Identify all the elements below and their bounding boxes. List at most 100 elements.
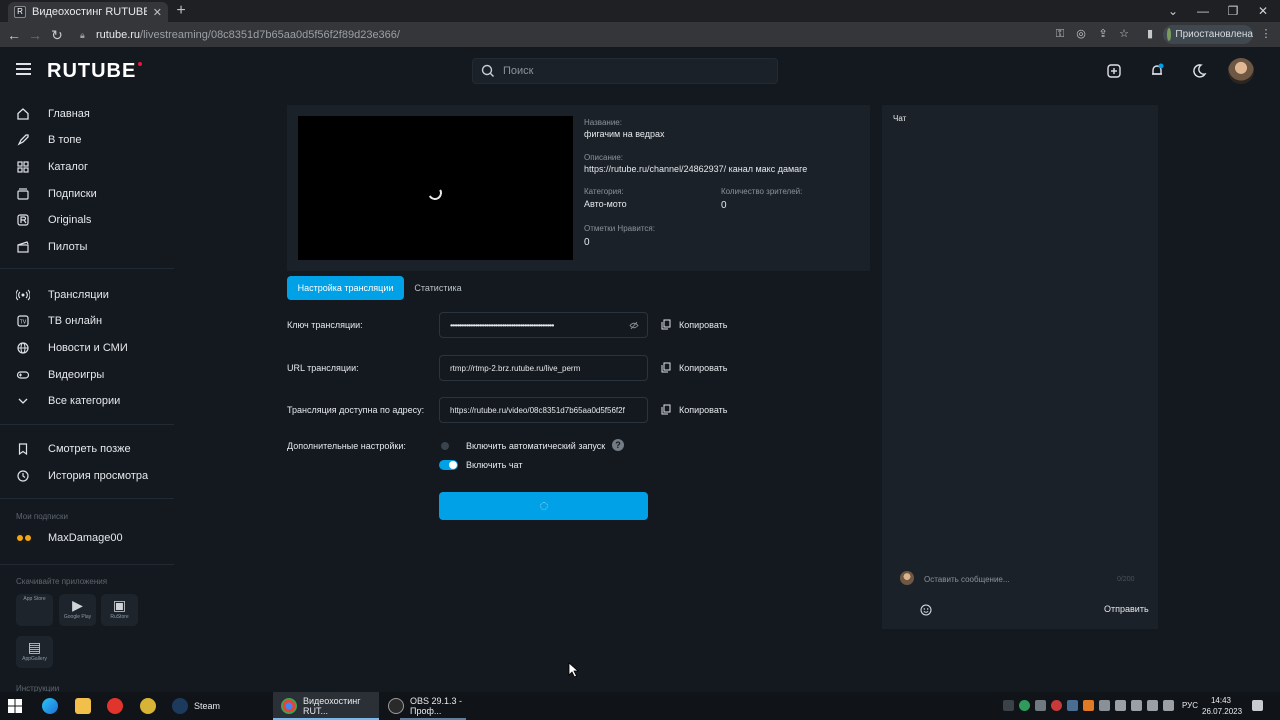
upload-icon[interactable] — [1106, 63, 1122, 79]
autostart-toggle[interactable] — [439, 441, 458, 451]
sidebar-item-history[interactable]: История просмотра — [16, 465, 148, 487]
sidebar-item-videogames[interactable]: Видеоигры — [16, 364, 104, 386]
sidebar-item-home[interactable]: Главная — [16, 103, 90, 125]
sidebar-item-broadcasts[interactable]: Трансляции — [16, 284, 109, 306]
taskbar-clock[interactable]: 14:43 26.07.2023 — [1202, 695, 1243, 717]
tab-stream-settings[interactable]: Настройка трансляции — [287, 276, 404, 300]
site-header: RUTUBE — [0, 47, 1280, 96]
subscription-item[interactable]: MaxDamage00 — [16, 532, 123, 544]
sidebar-item-pilots[interactable]: Пилоты — [16, 236, 87, 258]
tray-app-icon[interactable] — [1067, 700, 1078, 711]
share-icon[interactable]: ⇪ — [1095, 26, 1111, 42]
theme-moon-icon[interactable] — [1191, 63, 1207, 79]
yandex-taskbar-icon[interactable] — [107, 692, 129, 720]
tray-app-icon[interactable] — [1019, 700, 1030, 711]
key-icon[interactable]: ⚿ — [1052, 26, 1068, 42]
tray-app-icon[interactable] — [1035, 700, 1046, 711]
rutube-logo[interactable]: RUTUBE — [47, 60, 143, 83]
forward-icon[interactable]: → — [25, 25, 45, 45]
reload-icon[interactable]: ↻ — [47, 25, 67, 45]
notifications-icon[interactable] — [1149, 63, 1165, 79]
rustore-button[interactable]: ▣ RuStore — [101, 594, 138, 626]
sidebar-item-originals[interactable]: Originals — [16, 209, 91, 231]
search-input[interactable] — [503, 65, 763, 77]
tab-statistics[interactable]: Статистика — [405, 276, 471, 300]
stream-description: https://rutube.ru/channel/24862937/ кана… — [584, 164, 808, 174]
search-icon — [481, 64, 494, 77]
channel-avatar — [16, 532, 32, 544]
tray-overflow-icon[interactable] — [1003, 700, 1014, 711]
emoji-icon[interactable] — [920, 604, 932, 616]
chat-char-counter: 0/200 — [1117, 576, 1135, 583]
chat-toggle[interactable] — [439, 460, 458, 470]
app-store-button[interactable]: App Store — [16, 594, 53, 626]
video-player[interactable] — [298, 116, 573, 260]
sidebar-item-label: Новости и СМИ — [48, 342, 128, 354]
bookmark-star-icon[interactable]: ☆ — [1116, 26, 1132, 42]
sidebar-item-watch-later[interactable]: Смотреть позже — [16, 438, 131, 460]
start-button[interactable] — [8, 692, 22, 720]
language-indicator[interactable]: РУС — [1182, 701, 1198, 710]
sidebar-item-label: Смотреть позже — [48, 443, 131, 455]
copy-icon — [661, 362, 671, 373]
copy-url-button[interactable]: Копировать — [661, 362, 727, 373]
browser-menu-icon[interactable]: ⋮ — [1258, 26, 1274, 42]
stream-address-value: https://rutube.ru/video/08c8351d7b65aa0d… — [450, 405, 625, 415]
subscription-name: MaxDamage00 — [48, 532, 123, 544]
close-window-icon[interactable]: ✕ — [1248, 0, 1278, 22]
back-icon[interactable]: ← — [4, 25, 24, 45]
sidebar-item-subscriptions[interactable]: Подписки — [16, 183, 97, 205]
side-panel-icon[interactable]: ▮ — [1142, 26, 1158, 42]
copy-address-button[interactable]: Копировать — [661, 404, 727, 415]
keyboard-icon[interactable] — [1163, 700, 1174, 711]
tv-icon: TV — [17, 315, 29, 327]
translate-icon[interactable]: ◎ — [1073, 26, 1089, 42]
volume-icon[interactable] — [1131, 700, 1142, 711]
explorer-taskbar-icon[interactable] — [75, 692, 97, 720]
eye-hidden-icon[interactable] — [629, 321, 639, 330]
close-tab-icon[interactable]: ✕ — [153, 6, 162, 19]
google-play-icon: ▶ — [72, 597, 83, 613]
sidebar-item-catalog[interactable]: Каталог — [16, 156, 88, 178]
help-icon[interactable]: ? — [612, 439, 624, 451]
tray-app-icon[interactable] — [1083, 700, 1094, 711]
user-avatar[interactable] — [1228, 58, 1254, 84]
save-button[interactable] — [439, 492, 648, 520]
app-taskbar-icon[interactable] — [140, 692, 162, 720]
appgallery-button[interactable]: ▤ AppGallery — [16, 636, 53, 668]
stream-key-field[interactable]: ••••••••••••••••••••••••••••••••••••••••… — [439, 312, 648, 338]
sidebar-item-top[interactable]: В топе — [16, 129, 82, 151]
sidebar-item-label: Все категории — [48, 395, 121, 407]
copy-key-button[interactable]: Копировать — [661, 319, 727, 330]
clock-date: 26.07.2023 — [1202, 707, 1243, 716]
restore-icon[interactable]: ❐ — [1218, 0, 1248, 22]
taskbar-app-obs[interactable]: OBS 29.1.3 - Проф... — [380, 692, 486, 720]
chat-message-input[interactable] — [924, 575, 1104, 584]
taskbar-app-steam[interactable]: Steam — [166, 692, 266, 720]
address-bar[interactable]: 🔒︎ rutube.ru /livestreaming/08c8351d7b65… — [74, 25, 1074, 44]
tray-app-icon[interactable] — [1051, 700, 1062, 711]
new-tab-icon[interactable]: + — [172, 2, 190, 20]
edge-taskbar-icon[interactable] — [42, 692, 64, 720]
sidebar-item-all-categories[interactable]: Все категории — [16, 390, 120, 412]
send-button[interactable]: Отправить — [1104, 604, 1149, 614]
sidebar-item-news[interactable]: Новости и СМИ — [16, 337, 128, 359]
google-play-button[interactable]: ▶ Google Play — [59, 594, 96, 626]
menu-icon[interactable] — [16, 63, 31, 75]
sidebar-item-tv[interactable]: TV ТВ онлайн — [16, 310, 102, 332]
stream-url-field[interactable]: rtmp://rtmp-2.brz.rutube.ru/live_perm — [439, 355, 648, 381]
network-icon[interactable] — [1115, 700, 1126, 711]
battery-icon[interactable] — [1147, 700, 1158, 711]
originals-icon — [17, 214, 29, 226]
extra-settings-label: Дополнительные настройки: — [287, 441, 406, 451]
browser-tab[interactable]: R Видеохостинг RUTUBE. Смотрите... ✕ — [8, 2, 168, 22]
tray-app-icon[interactable] — [1099, 700, 1110, 711]
profile-button[interactable]: Приостановлена — [1163, 25, 1253, 44]
taskbar-app-browser[interactable]: Видеохостинг RUT... — [273, 692, 379, 720]
stream-address-field[interactable]: https://rutube.ru/video/08c8351d7b65aa0d… — [439, 397, 648, 423]
notifications-center-icon[interactable] — [1252, 700, 1263, 711]
tab-search-icon[interactable]: ⌄ — [1158, 0, 1188, 22]
minimize-icon[interactable]: — — [1188, 0, 1218, 22]
stream-address-label: Трансляция доступна по адресу: — [287, 405, 425, 415]
chat-panel: Чат 0/200 Отправить — [882, 105, 1158, 629]
